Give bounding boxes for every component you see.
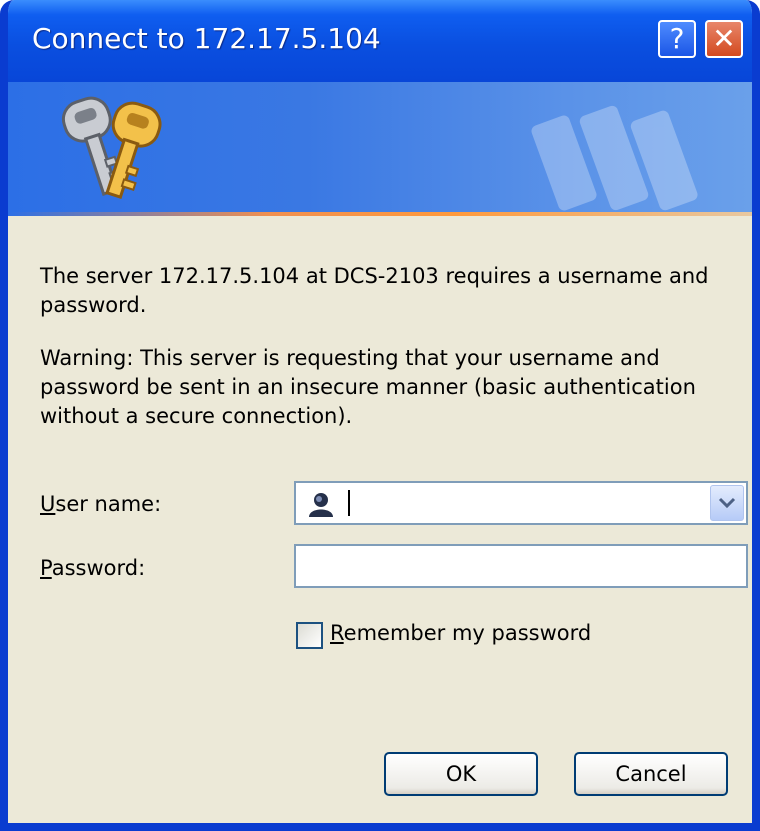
login-dialog: Connect to 172.17.5.104 ? ✕ The server 1…	[0, 0, 760, 831]
help-button[interactable]: ?	[658, 20, 696, 58]
username-label: User name:	[40, 492, 161, 516]
username-dropdown-button[interactable]	[710, 485, 744, 521]
remember-mnemonic: R	[330, 621, 344, 645]
password-input[interactable]	[294, 544, 748, 588]
cancel-button[interactable]: Cancel	[574, 752, 728, 796]
remember-label-text: emember my password	[343, 621, 592, 645]
user-icon	[309, 493, 333, 517]
remember-password-checkbox[interactable]	[296, 622, 323, 649]
password-label: Password:	[40, 556, 145, 580]
password-mnemonic: P	[40, 556, 52, 580]
username-input[interactable]	[352, 487, 696, 521]
text-caret	[348, 490, 350, 516]
title-bar[interactable]: Connect to 172.17.5.104 ? ✕	[8, 0, 752, 82]
security-warning: Warning: This server is requesting that …	[40, 346, 696, 428]
server-message: The server 172.17.5.104 at DCS-2103 requ…	[40, 264, 709, 317]
keys-icon	[61, 96, 162, 200]
username-mnemonic: U	[40, 492, 56, 516]
ok-button[interactable]: OK	[384, 752, 538, 796]
window-title: Connect to 172.17.5.104	[32, 22, 381, 55]
banner-divider	[8, 212, 752, 216]
close-button[interactable]: ✕	[705, 20, 743, 58]
username-label-text: ser name:	[55, 492, 162, 516]
password-label-text: assword:	[51, 556, 146, 580]
username-combobox[interactable]	[294, 481, 748, 525]
chevron-down-icon	[718, 497, 736, 509]
keys-watermark-icon	[531, 105, 698, 211]
remember-password-label[interactable]: Remember my password	[330, 621, 591, 645]
